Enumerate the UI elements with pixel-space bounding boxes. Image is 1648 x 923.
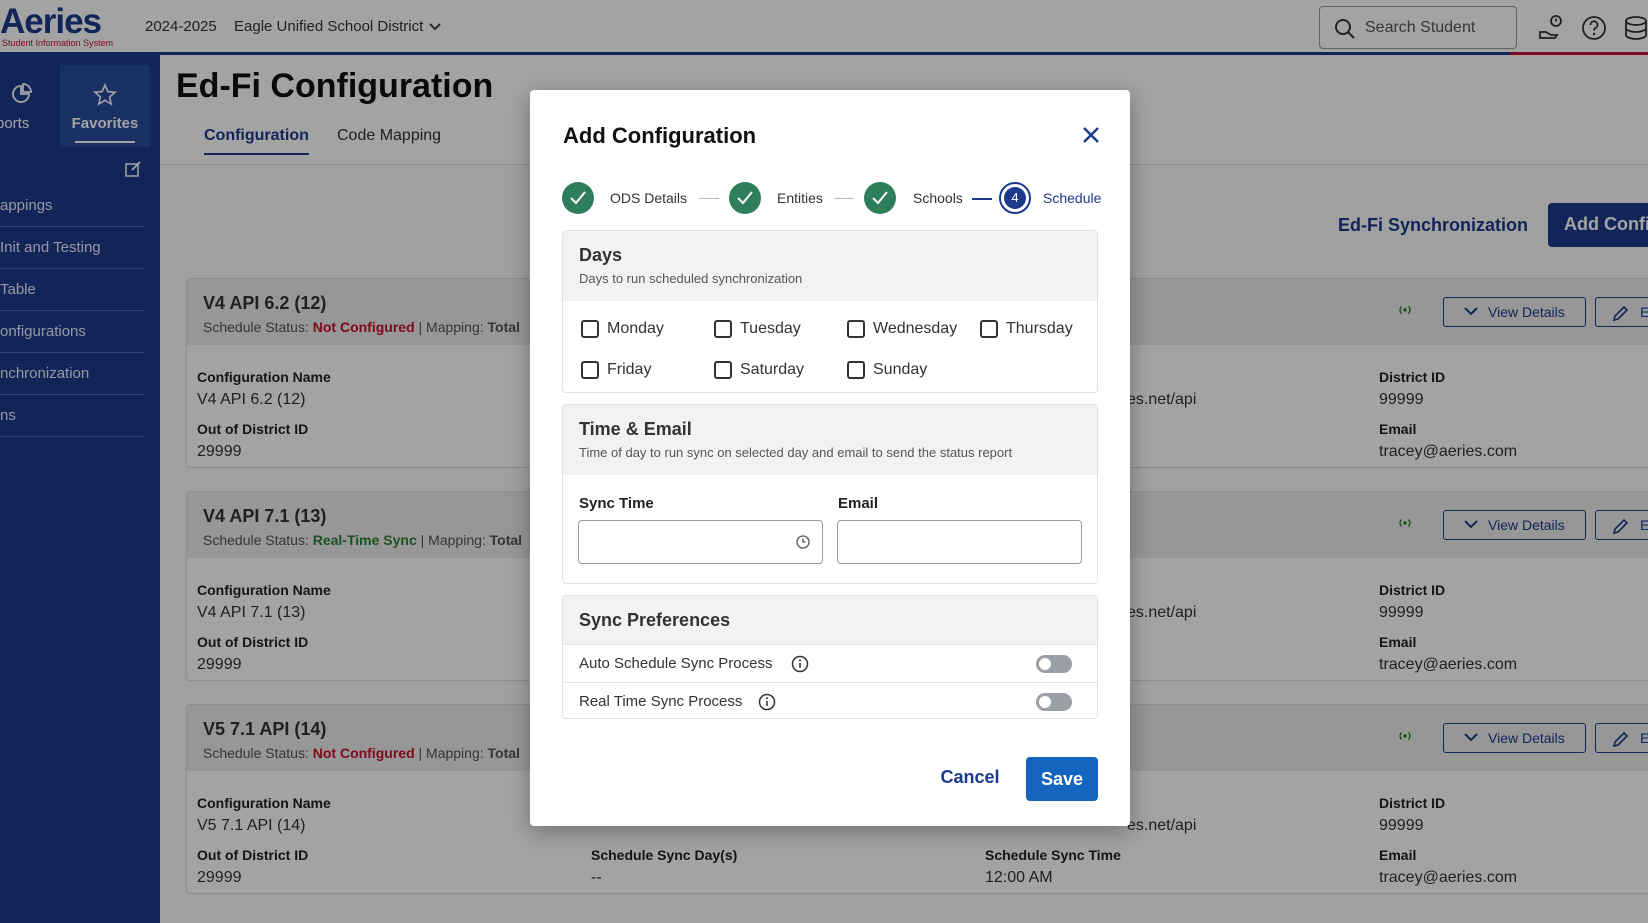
email-label: Email — [838, 495, 879, 512]
checkbox-box[interactable] — [714, 320, 732, 338]
clock-icon[interactable] — [796, 535, 810, 549]
toggle-knob — [1039, 658, 1051, 670]
days-title: Days — [579, 245, 623, 265]
step-label-schedule: Schedule — [1043, 190, 1102, 206]
pref-label: Auto Schedule Sync Process — [579, 655, 773, 672]
step-done-icon — [562, 182, 594, 214]
stepper: ODS Details Entities Schools 4 Schedule — [562, 180, 1110, 216]
pref-row-auto-schedule: Auto Schedule Sync Process — [563, 644, 1097, 682]
info-icon[interactable] — [758, 693, 776, 711]
check-icon — [570, 191, 586, 205]
close-icon[interactable] — [1078, 122, 1104, 148]
cancel-button[interactable]: Cancel — [934, 757, 1006, 797]
checkbox-box[interactable] — [581, 320, 599, 338]
days-section: Days Days to run scheduled synchronizati… — [562, 230, 1098, 393]
add-configuration-modal: Add Configuration ODS Details Entities S… — [530, 90, 1130, 826]
step-current-indicator: 4 — [999, 182, 1031, 214]
days-subtitle: Days to run scheduled synchronization — [579, 271, 803, 286]
time-email-subtitle: Time of day to run sync on selected day … — [579, 445, 1013, 460]
time-email-section-header: Time & Email Time of day to run sync on … — [563, 405, 1097, 475]
real-time-toggle[interactable] — [1036, 693, 1072, 711]
step-connector — [699, 198, 719, 199]
sync-preferences-section: Sync Preferences Auto Schedule Sync Proc… — [562, 595, 1098, 719]
step-connector — [834, 198, 854, 199]
step-done-icon — [864, 182, 896, 214]
sync-preferences-header: Sync Preferences — [563, 596, 1097, 644]
step-connector — [972, 198, 992, 200]
checkbox-box[interactable] — [847, 361, 865, 379]
info-icon[interactable] — [791, 655, 809, 673]
time-email-section: Time & Email Time of day to run sync on … — [562, 404, 1098, 584]
pref-row-real-time: Real Time Sync Process — [563, 682, 1097, 718]
step-number: 4 — [1004, 187, 1026, 209]
checkbox-box[interactable] — [581, 361, 599, 379]
checkbox-box[interactable] — [980, 320, 998, 338]
modal-title: Add Configuration — [563, 123, 757, 148]
checkbox-box[interactable] — [847, 320, 865, 338]
step-label-entities: Entities — [777, 190, 823, 206]
days-section-header: Days Days to run scheduled synchronizati… — [563, 231, 1097, 301]
time-email-title: Time & Email — [579, 419, 692, 439]
pref-label: Real Time Sync Process — [579, 693, 743, 710]
toggle-knob — [1039, 696, 1051, 708]
step-done-icon — [729, 182, 761, 214]
sync-preferences-title: Sync Preferences — [579, 610, 731, 630]
checkbox-box[interactable] — [714, 361, 732, 379]
check-icon — [737, 191, 753, 205]
sync-time-input[interactable] — [578, 520, 823, 564]
sync-time-label: Sync Time — [579, 495, 654, 512]
check-icon — [872, 191, 888, 205]
auto-schedule-toggle[interactable] — [1036, 655, 1072, 673]
step-label-schools: Schools — [913, 190, 963, 206]
email-input[interactable] — [837, 520, 1082, 564]
step-label-ods-details: ODS Details — [610, 190, 688, 206]
save-button[interactable]: Save — [1026, 757, 1098, 801]
